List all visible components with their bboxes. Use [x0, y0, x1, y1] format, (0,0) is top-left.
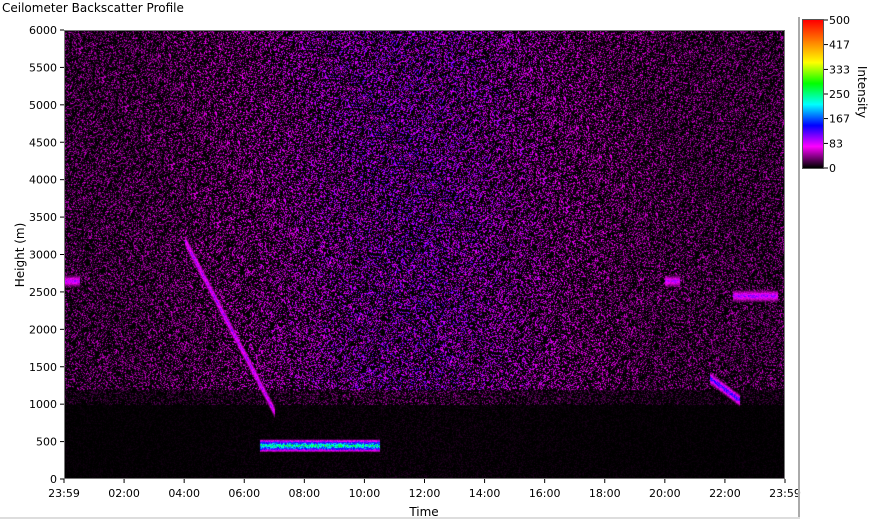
x-tick-label: 12:00: [409, 487, 441, 500]
y-tick-label: 3000: [29, 249, 57, 262]
y-axis-label: Height (m): [13, 222, 27, 288]
colorbar-tick-label: 83: [829, 137, 843, 150]
colorbar-tick-label: 333: [829, 63, 850, 76]
x-tick-label: 08:00: [288, 487, 320, 500]
y-tick-label: 6000: [29, 24, 57, 37]
x-tick-label: 18:00: [589, 487, 621, 500]
colorbar-label: Intensity: [855, 65, 869, 119]
colorbar-tick-label: 167: [829, 113, 850, 126]
y-tick-label: 1500: [29, 361, 57, 374]
y-tick-label: 2500: [29, 286, 57, 299]
y-tick-label: 0: [50, 473, 57, 486]
y-tick-label: 5500: [29, 61, 57, 74]
y-tick-label: 4500: [29, 136, 57, 149]
x-tick-label: 14:00: [469, 487, 501, 500]
x-tick-label: 20:00: [649, 487, 681, 500]
x-tick-label: 10:00: [349, 487, 381, 500]
colorbar[interactable]: [802, 19, 824, 169]
y-tick-label: 1000: [29, 398, 57, 411]
x-tick-label: 06:00: [228, 487, 260, 500]
y-tick-label: 2000: [29, 323, 57, 336]
y-tick-label: 4000: [29, 174, 57, 187]
colorbar-tick-label: 250: [829, 88, 850, 101]
y-tick-label: 3500: [29, 211, 57, 224]
x-tick-label: 23:59: [48, 487, 80, 500]
x-tick-label: 04:00: [168, 487, 200, 500]
y-tick-label: 500: [36, 436, 57, 449]
x-tick-label: 16:00: [529, 487, 561, 500]
x-tick-label: 23:59: [769, 487, 801, 500]
chart-axes: 0500100015002000250030003500400045005000…: [29, 14, 850, 500]
colorbar-tick-label: 500: [829, 14, 850, 27]
y-tick-label: 5000: [29, 99, 57, 112]
x-tick-label: 02:00: [108, 487, 140, 500]
colorbar-tick-label: 0: [829, 162, 836, 175]
x-tick-label: 22:00: [709, 487, 741, 500]
panel-divider: [798, 17, 800, 519]
colorbar-tick-label: 417: [829, 39, 850, 52]
